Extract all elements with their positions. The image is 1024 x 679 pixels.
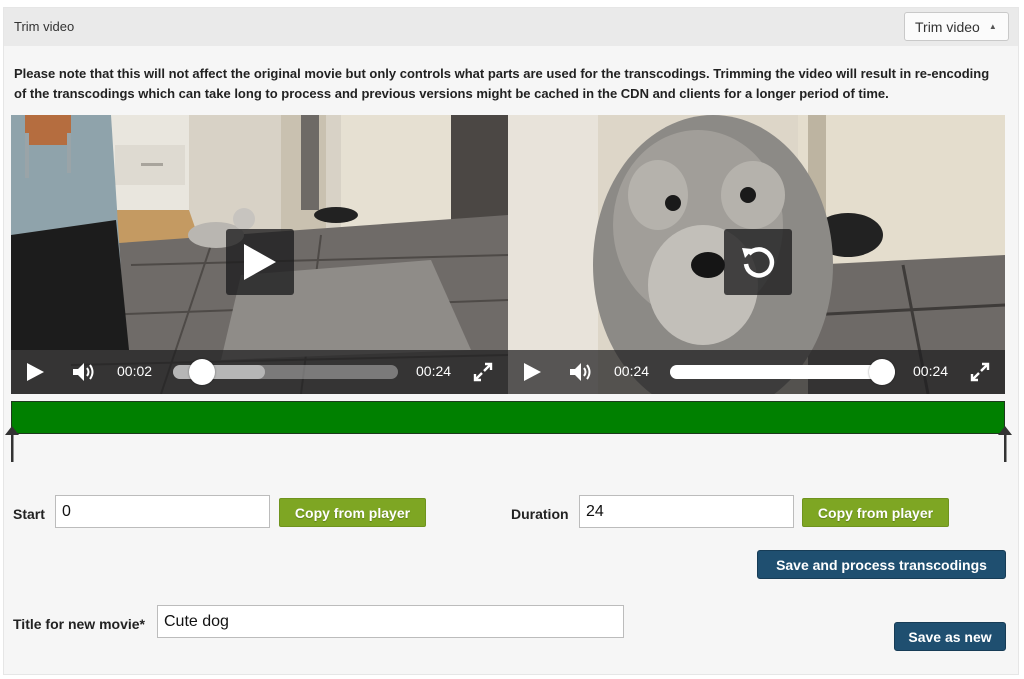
seek-thumb[interactable]	[869, 359, 895, 385]
new-title-input[interactable]	[157, 605, 624, 638]
trim-video-dropdown-label: Trim video	[915, 18, 980, 35]
total-duration: 00:24	[913, 363, 949, 379]
duration-label: Duration	[511, 506, 569, 522]
copy-start-from-player-button[interactable]: Copy from player	[279, 498, 426, 527]
play-icon[interactable]	[25, 362, 45, 382]
start-input[interactable]	[55, 495, 270, 528]
total-duration: 00:24	[416, 363, 452, 379]
fullscreen-icon[interactable]	[473, 362, 493, 382]
trim-video-dropdown[interactable]: Trim video ▲	[904, 12, 1009, 41]
seek-bar[interactable]	[670, 365, 895, 379]
panel-header: Trim video Trim video ▲	[4, 8, 1018, 46]
replay-icon	[742, 247, 775, 278]
volume-icon[interactable]	[72, 362, 98, 382]
start-label: Start	[13, 506, 45, 522]
trim-end-handle[interactable]	[997, 426, 1013, 462]
copy-duration-from-player-button[interactable]: Copy from player	[802, 498, 949, 527]
current-time: 00:02	[117, 363, 153, 379]
volume-icon[interactable]	[569, 362, 595, 382]
seek-bar-buffered	[173, 365, 265, 379]
duration-input[interactable]	[579, 495, 794, 528]
trim-range-bar[interactable]	[11, 401, 1005, 434]
video-player-preview[interactable]: 00:24 00:24	[508, 115, 1005, 394]
save-and-process-button[interactable]: Save and process transcodings	[757, 550, 1006, 579]
trim-notice: Please note that this will not affect th…	[14, 66, 990, 101]
fullscreen-icon[interactable]	[970, 362, 990, 382]
player-controls: 00:02 00:24	[11, 350, 508, 394]
big-play-button[interactable]	[226, 229, 294, 295]
video-player-original[interactable]: 00:02 00:24	[11, 115, 508, 394]
panel-title: Trim video	[14, 19, 75, 34]
big-replay-button[interactable]	[724, 229, 792, 295]
play-icon	[244, 244, 276, 280]
seek-bar-played	[670, 365, 895, 379]
current-time: 00:24	[614, 363, 650, 379]
caret-up-icon: ▲	[988, 22, 997, 31]
player-controls: 00:24 00:24	[508, 350, 1005, 394]
play-icon[interactable]	[522, 362, 542, 382]
new-title-label: Title for new movie*	[13, 616, 145, 632]
trim-start-handle[interactable]	[4, 426, 20, 462]
seek-thumb[interactable]	[188, 359, 215, 385]
save-as-new-button[interactable]: Save as new	[894, 622, 1006, 651]
